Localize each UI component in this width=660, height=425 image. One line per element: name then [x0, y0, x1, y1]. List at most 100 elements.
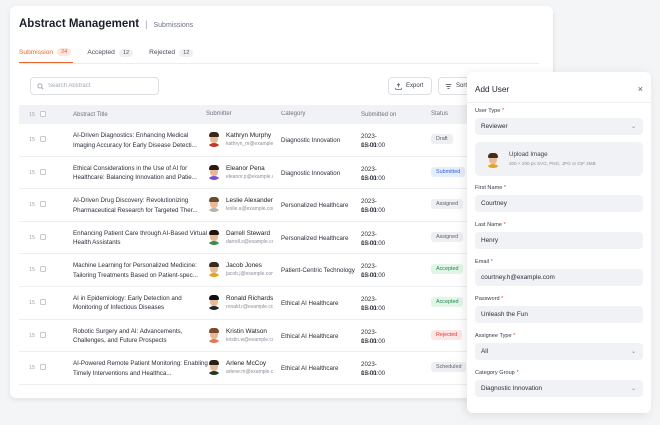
upload-image-area[interactable]: Upload Image 200 × 200 px SVG, PNG, JPG … [475, 142, 643, 176]
search-box[interactable] [30, 77, 159, 95]
chevron-down-icon: ⌄ [630, 124, 636, 130]
row-index: 15 [29, 234, 36, 241]
abstract-title[interactable]: Machine Learning for Personalized Medici… [73, 261, 208, 280]
tab-rejected[interactable]: Rejected 12 [149, 42, 195, 63]
abstract-title[interactable]: AI-Powered Remote Patient Monitoring: En… [73, 359, 208, 378]
status-badge: Rejected [431, 329, 463, 340]
tab-label: Submission [19, 48, 54, 56]
table-row[interactable]: 15 AI-Driven Drug Discovery: Revolutioniz… [19, 189, 539, 222]
divider [553, 14, 554, 74]
table-row[interactable]: 15 AI-Powered Remote Patient Monitoring: … [19, 352, 539, 385]
avatar [206, 294, 222, 310]
title-separator: | [145, 19, 148, 29]
avatar [206, 261, 222, 278]
password-value: Unleash the Fun [481, 311, 528, 318]
table-row[interactable]: 15 Machine Learning for Personalized Medi… [19, 254, 539, 287]
submitter-email: leslie.a@example.com [226, 206, 273, 213]
table-row[interactable]: 15 Ethical Considerations in the Use of A… [19, 157, 539, 190]
abstract-title[interactable]: Ethical Considerations in the Use of AI … [73, 164, 208, 183]
row-checkbox[interactable] [40, 201, 46, 208]
abstract-title[interactable]: Robotic Surgery and AI: Advancements, Ch… [73, 327, 208, 346]
last-name-field[interactable]: Henry [475, 232, 643, 249]
row-checkbox[interactable] [40, 136, 46, 142]
category-cell: Patient-Centric Technology [281, 267, 355, 275]
tab-submission[interactable]: Submission 24 [19, 42, 74, 63]
assignee-type-label: Assignee Type * [475, 333, 516, 339]
abstract-title[interactable]: AI-Driven Drug Discovery: Revolutionizin… [73, 196, 208, 215]
row-checkbox[interactable] [40, 233, 46, 240]
row-index: 15 [29, 169, 36, 176]
export-label: Export [406, 83, 424, 89]
abstract-title[interactable]: Enhancing Patient Care through AI-Based … [73, 229, 208, 248]
column-submitted-on[interactable]: Submitted on [361, 111, 396, 120]
user-type-select[interactable]: Reviewer ⌄ [475, 118, 643, 135]
category-cell: Personalized Healthcare [281, 202, 349, 210]
row-index: 15 [29, 365, 36, 372]
row-checkbox[interactable] [40, 168, 46, 175]
column-title[interactable]: Abstract Title [73, 111, 208, 121]
row-checkbox[interactable] [40, 364, 46, 371]
abstract-title[interactable]: AI in Epidemiology: Early Detection and … [73, 294, 208, 313]
category-group-select[interactable]: Diagnostic Innovation ⌄ [475, 380, 643, 397]
tab-bar: Submission 24 Accepted 12 Rejected 12 [19, 42, 539, 64]
submitter-name: Kristin Watson [226, 327, 267, 335]
close-icon[interactable]: × [638, 84, 643, 94]
upload-title: Upload Image [509, 151, 548, 158]
drawer-title: Add User [475, 84, 510, 94]
row-checkbox[interactable] [40, 298, 46, 305]
select-all-checkbox[interactable] [40, 111, 46, 117]
sort-icon [445, 83, 452, 89]
row-index: 15 [29, 299, 36, 306]
assignee-type-select[interactable]: All ⌄ [475, 343, 643, 360]
submitter-email: kristin.w@example.com [226, 336, 273, 343]
row-index: 15 [29, 202, 36, 209]
column-submitter[interactable]: Submitter [206, 111, 232, 117]
category-cell: Diagnostic Innovation [281, 137, 341, 144]
tab-label: Accepted [87, 49, 115, 56]
abstract-title[interactable]: AI-Driven Diagnostics: Enhancing Medical… [73, 131, 208, 150]
drawer-divider [467, 102, 651, 103]
submitter-name: Jacob Jones [226, 262, 262, 270]
email-field[interactable]: courtney.h@example.com [475, 269, 643, 286]
category-group-label: Category Group * [475, 370, 519, 376]
row-checkbox[interactable] [40, 331, 46, 338]
column-category[interactable]: Category [281, 111, 357, 117]
email-label: Email * [475, 259, 493, 265]
avatar [206, 359, 222, 376]
category-cell: Personalized Healthcare [281, 234, 349, 242]
submitter-email: darrell.s@example.com [226, 238, 273, 245]
table-row[interactable]: 15 AI in Epidemiology: Early Detection an… [19, 287, 539, 320]
submitter-name: Kathryn Murphy [226, 132, 272, 139]
first-name-label: First Name * [475, 185, 507, 191]
tab-label: Rejected [149, 49, 176, 56]
drawer-header: Add User × [475, 80, 643, 98]
table-body: 15 AI-Driven Diagnostics: Enhancing Medic… [19, 124, 539, 385]
assignee-type-value: All [481, 348, 489, 355]
search-input[interactable] [48, 83, 148, 89]
row-index: 15 [29, 267, 36, 274]
table-row[interactable]: 15 AI-Driven Diagnostics: Enhancing Medic… [19, 124, 539, 157]
tab-count-badge: 24 [57, 48, 72, 56]
tab-accepted[interactable]: Accepted 12 [87, 42, 135, 63]
status-badge: Accepted [431, 296, 464, 307]
search-icon [37, 82, 44, 90]
chevron-down-icon: ⌄ [630, 349, 636, 355]
first-name-value: Courtney [481, 200, 507, 207]
submitter-name: Eleanor Pena [226, 164, 265, 172]
table-row[interactable]: 15 Enhancing Patient Care through AI-Base… [19, 222, 539, 255]
export-button[interactable]: Export [388, 77, 432, 95]
row-checkbox[interactable] [40, 266, 46, 273]
column-status[interactable]: Status [431, 111, 448, 117]
sort-label: Sort [456, 83, 468, 89]
submitter-email: kathryn_m@example.com [226, 141, 273, 147]
submitter-name: Darrell Steward [226, 229, 271, 237]
table-row[interactable]: 15 Robotic Surgery and AI: Advancements, … [19, 320, 539, 353]
category-cell: Diagnostic Innovation [281, 169, 341, 177]
password-field[interactable]: Unleash the Fun [475, 306, 643, 323]
page-header: Abstract Management | Submissions [19, 18, 193, 30]
first-name-field[interactable]: Courtney [475, 195, 643, 212]
table-header: 15 Abstract Title Submitter Category Sub… [19, 105, 539, 124]
avatar [206, 131, 222, 147]
page-title: Abstract Management [19, 18, 140, 30]
export-icon [395, 82, 402, 90]
